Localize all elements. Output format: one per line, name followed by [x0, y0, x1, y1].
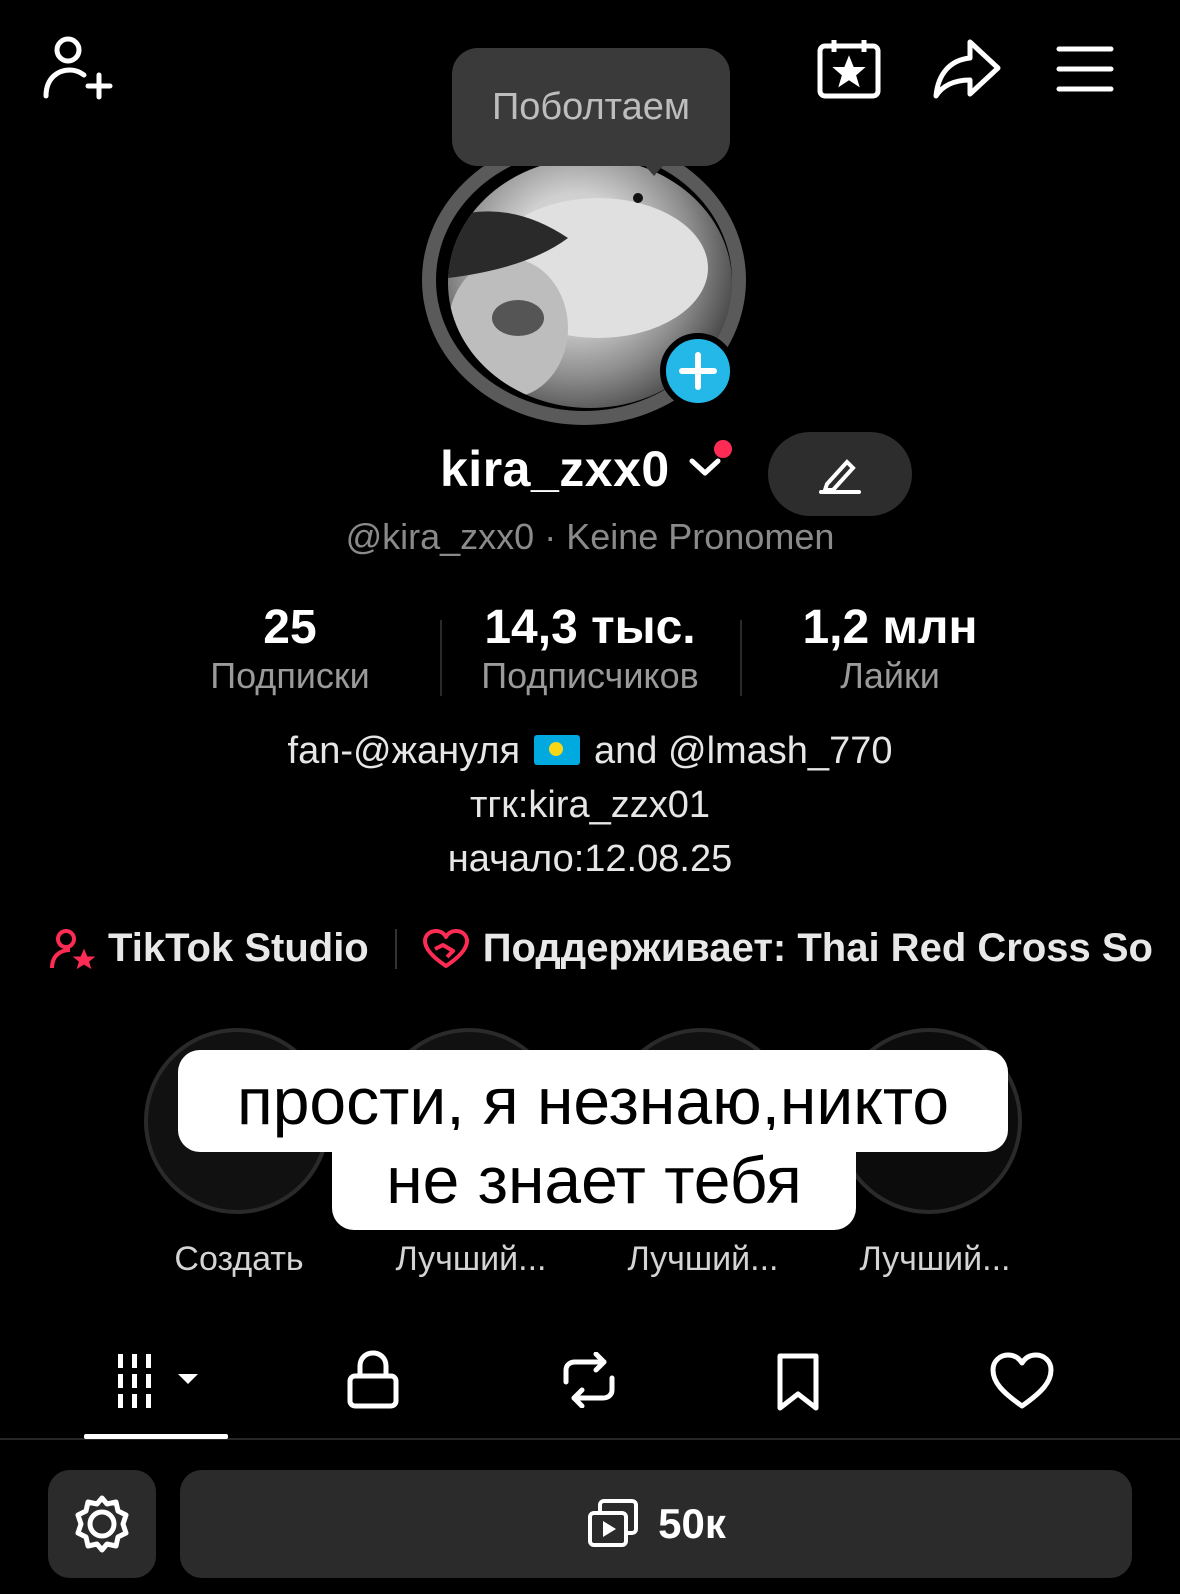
heart-icon[interactable] — [990, 1352, 1054, 1410]
calendar-star-icon[interactable] — [816, 38, 882, 100]
stat-followers[interactable]: 14,3 тыс. Подписчиков — [440, 600, 740, 697]
highlight-label: Создать — [174, 1240, 304, 1278]
studio-link[interactable]: TikTok Studio — [50, 926, 369, 971]
views-count: 50к — [658, 1500, 726, 1547]
settings-button[interactable] — [48, 1470, 156, 1578]
studio-link-label: TikTok Studio — [108, 926, 369, 970]
highlight-label: Лучший... — [627, 1240, 779, 1278]
stat-label: Подписчиков — [481, 655, 699, 696]
bio-line-1: fan-@жануля and @lmash_770 — [0, 730, 1180, 773]
play-stack-icon — [588, 1499, 639, 1547]
active-tab-indicator — [84, 1434, 228, 1439]
lock-icon[interactable] — [346, 1350, 400, 1410]
creator-star-icon — [50, 928, 96, 969]
plus-icon — [679, 352, 717, 390]
charity-heart-icon — [422, 928, 469, 968]
links-separator — [394, 928, 397, 969]
notification-dot — [714, 440, 732, 458]
stat-label: Подписки — [210, 655, 370, 696]
gear-icon — [75, 1495, 129, 1553]
bio-line-2: тгк:kira_zzx01 — [469, 784, 711, 826]
bio-fan-text[interactable]: fan-@жануля — [288, 730, 521, 772]
supports-link-label: Поддерживает: Thai Red Cross So — [482, 926, 1153, 970]
stat-label: Лайки — [840, 655, 940, 696]
stat-value: 25 — [263, 601, 317, 654]
chevron-down-icon[interactable] — [688, 456, 722, 483]
add-story-button[interactable] — [660, 333, 736, 409]
kazakhstan-flag-icon — [534, 734, 581, 765]
add-friend-icon[interactable] — [42, 36, 114, 100]
bio-line-3: начало:12.08.25 — [447, 838, 733, 880]
stat-value: 1,2 млн — [802, 601, 978, 654]
pencil-icon — [819, 459, 861, 494]
stat-following[interactable]: 25 Подписки — [140, 600, 440, 697]
edit-profile-button[interactable] — [768, 432, 912, 516]
chat-bubble-label: Поболтаем — [491, 85, 691, 128]
views-button[interactable]: 50к — [180, 1470, 1132, 1578]
menu-icon[interactable] — [1056, 44, 1114, 94]
display-name[interactable]: kira_zxx0 — [440, 440, 670, 498]
highlight-label: Лучший... — [859, 1240, 1011, 1278]
stat-likes[interactable]: 1,2 млн Лайки — [740, 600, 1040, 697]
share-icon[interactable] — [932, 38, 1002, 100]
bookmark-icon[interactable] — [776, 1352, 820, 1412]
caption-line-2: не знает тебя — [332, 1130, 856, 1230]
chat-bubble-tail — [640, 160, 668, 176]
videos-grid-icon[interactable] — [114, 1352, 204, 1412]
profile-links-row: TikTok Studio Поддерживает: Thai Red Cro… — [50, 926, 1153, 971]
stat-value: 14,3 тыс. — [484, 601, 696, 654]
highlight-label: Лучший... — [395, 1240, 547, 1278]
handle-line: @kira_zxx0 · Keine Pronomen — [345, 516, 835, 557]
supports-link[interactable]: Поддерживает: Thai Red Cross So — [422, 926, 1153, 971]
repost-icon[interactable] — [556, 1352, 622, 1408]
bio-and-text[interactable]: and @lmash_770 — [594, 730, 892, 772]
chat-bubble[interactable]: Поболтаем — [452, 48, 730, 166]
